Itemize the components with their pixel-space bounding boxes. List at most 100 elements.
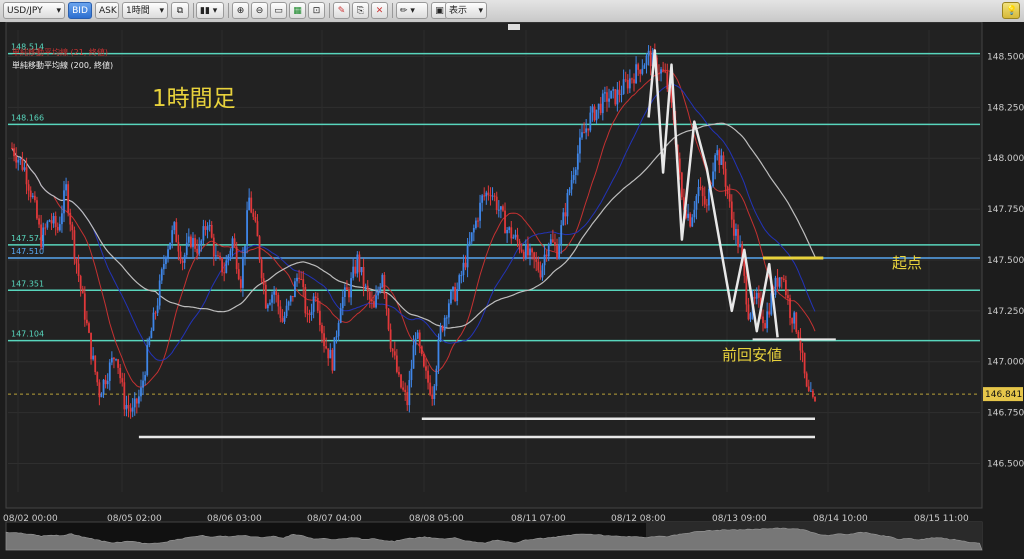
- candle: [364, 285, 367, 287]
- candle: [356, 254, 359, 274]
- candle: [795, 312, 798, 332]
- candle: [256, 221, 259, 237]
- candle: [63, 190, 65, 214]
- candle: [271, 294, 273, 303]
- candle: [701, 187, 704, 197]
- candle: [545, 254, 548, 257]
- candle: [522, 251, 525, 259]
- level-label: 148.166: [11, 113, 44, 122]
- candle: [502, 206, 504, 211]
- candle: [46, 221, 49, 228]
- candle: [732, 219, 735, 236]
- symbol-label: USD/JPY: [7, 6, 43, 16]
- candle: [354, 266, 357, 274]
- candle: [98, 382, 101, 398]
- candle: [391, 348, 394, 352]
- candle: [778, 277, 781, 287]
- candle: [279, 306, 282, 318]
- candle: [137, 396, 140, 404]
- view-menu[interactable]: 表示 ▾: [445, 2, 487, 19]
- candle: [606, 92, 608, 102]
- zoom-out-icon[interactable]: ⊖: [251, 2, 268, 19]
- candle: [154, 312, 157, 314]
- candle: [712, 171, 714, 187]
- lightbulb-icon[interactable]: 💡: [1002, 2, 1020, 19]
- start-point-label: 起点: [892, 254, 922, 272]
- price-chart[interactable]: 148.514 148.166 147.574 147.510 147.351 147.1…: [0, 21, 1024, 555]
- candle: [547, 244, 550, 257]
- candle: [264, 284, 267, 309]
- candle: [803, 352, 806, 374]
- fit-icon[interactable]: ▭: [270, 2, 287, 19]
- candle: [100, 393, 103, 398]
- zoom-in-icon[interactable]: ⊕: [232, 2, 249, 19]
- draw-tool-icon[interactable]: ✏ ▾: [396, 2, 428, 19]
- candle: [88, 323, 90, 333]
- symbol-select[interactable]: USD/JPY ▾: [3, 2, 65, 19]
- scroll-handle[interactable]: [508, 24, 520, 30]
- candle: [412, 345, 415, 369]
- candle: [475, 220, 477, 228]
- candle: [722, 155, 725, 169]
- candle: [221, 257, 224, 273]
- candle: [56, 226, 59, 231]
- candle: [152, 312, 155, 331]
- candle: [739, 244, 742, 247]
- candle: [423, 354, 425, 367]
- candle: [113, 357, 115, 360]
- candle: [115, 359, 117, 361]
- order-icon[interactable]: ✎: [333, 2, 350, 19]
- candle: [23, 167, 26, 170]
- candle: [551, 239, 554, 243]
- candle: [233, 238, 236, 247]
- candle: [658, 73, 660, 75]
- candle: [385, 294, 388, 309]
- candle: [510, 227, 513, 239]
- y-tick-label: 147.250: [987, 307, 1024, 317]
- bid-button[interactable]: BID: [68, 2, 92, 19]
- candle: [294, 281, 296, 298]
- candle: [77, 263, 80, 277]
- candle: [693, 209, 696, 218]
- delete-icon[interactable]: ✕: [371, 2, 388, 19]
- crosshair-icon[interactable]: ⊡: [308, 2, 325, 19]
- candle: [329, 349, 332, 359]
- candle: [493, 195, 496, 197]
- candle: [285, 305, 288, 317]
- candle: [48, 220, 51, 222]
- candle: [81, 288, 84, 294]
- candle: [435, 368, 438, 387]
- candle: [406, 392, 409, 406]
- prev-low-label: 前回安値: [722, 346, 782, 364]
- candle: [447, 303, 450, 318]
- candle: [287, 301, 290, 306]
- candle: [489, 195, 492, 197]
- candle: [527, 243, 529, 256]
- candle: [123, 382, 126, 410]
- candle: [242, 256, 244, 288]
- candle: [782, 278, 785, 281]
- candle: [491, 195, 494, 197]
- chart-type-icon[interactable]: ▮▮ ▾: [196, 2, 224, 19]
- candle: [445, 317, 448, 319]
- copy-icon[interactable]: ⎘: [352, 2, 369, 19]
- candle: [29, 190, 32, 197]
- candle: [19, 158, 22, 160]
- candle: [281, 317, 284, 322]
- candle: [774, 277, 777, 295]
- ask-button[interactable]: ASK: [95, 2, 119, 19]
- timeframe-select[interactable]: 1時間 ▾: [122, 2, 168, 19]
- candle: [212, 237, 215, 257]
- candle: [314, 296, 317, 298]
- candle: [791, 317, 794, 324]
- candle: [393, 351, 396, 356]
- link-icon[interactable]: ⧉: [171, 2, 189, 19]
- candle: [96, 372, 99, 383]
- grid-icon[interactable]: ▦: [289, 2, 306, 19]
- candle: [481, 195, 484, 203]
- chevron-down-icon: ▾: [478, 6, 483, 16]
- candle: [599, 103, 602, 114]
- candle: [273, 291, 276, 295]
- candle: [119, 367, 122, 379]
- candle: [570, 179, 573, 190]
